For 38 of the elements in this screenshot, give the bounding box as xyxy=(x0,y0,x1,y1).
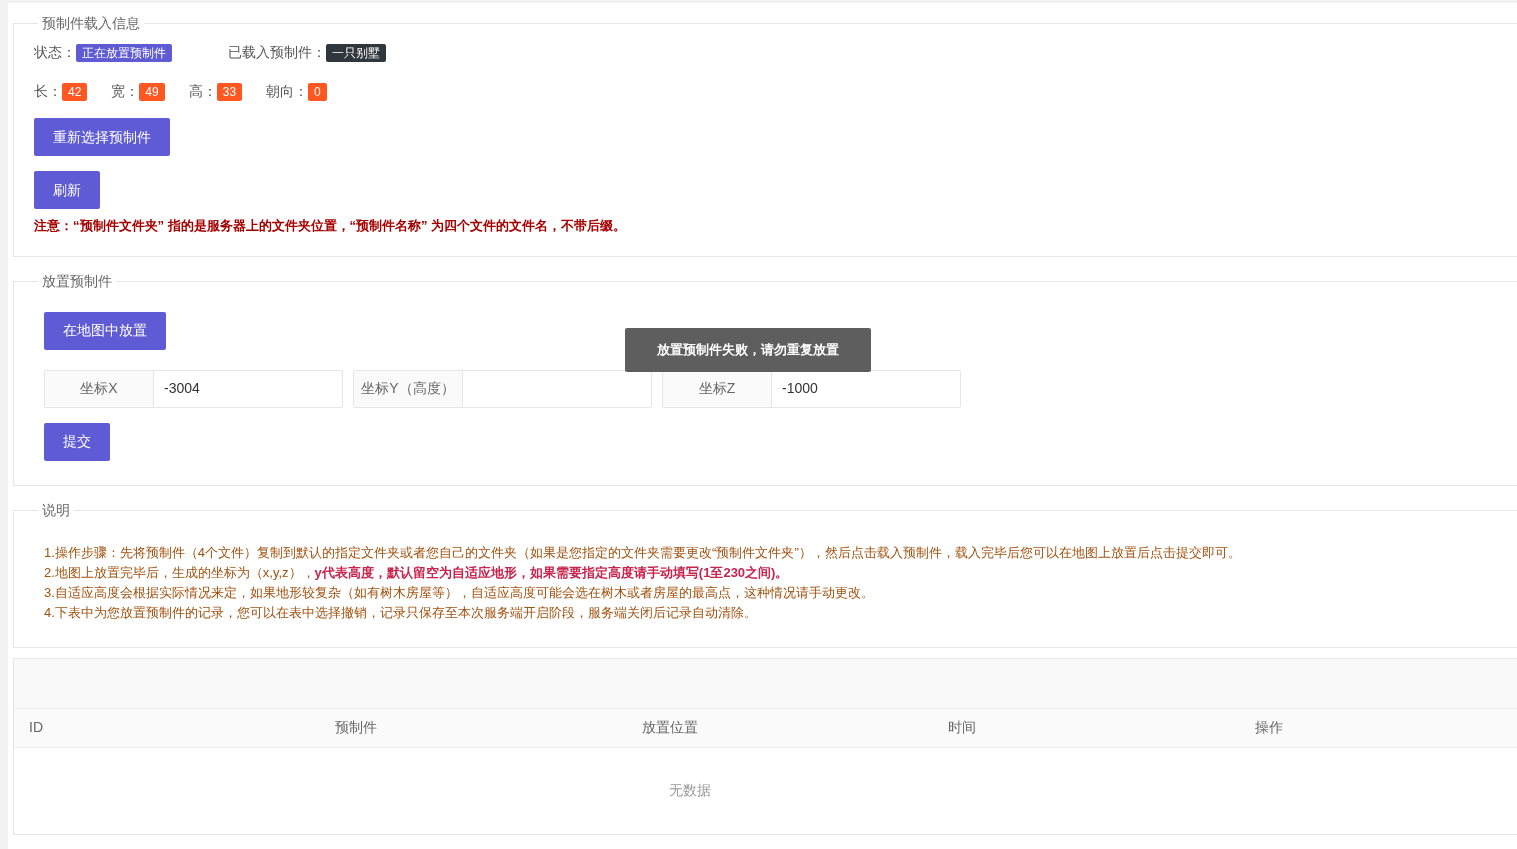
section-title: 预制件载入信息 xyxy=(41,14,141,33)
tag: 49 xyxy=(139,82,165,101)
dimension-label: 朝向： xyxy=(266,82,309,101)
coordinate-input[interactable]: -1000 xyxy=(772,370,960,407)
column-header: 预制件 xyxy=(335,719,378,735)
dimension-label: 高： xyxy=(188,82,217,101)
instruction-line: 3.自适应高度会根据实际情况来定，如果地形较复杂（如有树木房屋等），自适应高度可能会选在树木或者房屋的最高点，这种情况请手动更改。 xyxy=(44,583,875,602)
coordinate-input[interactable]: -3004 xyxy=(154,370,342,407)
warning-note: 注意：“预制件文件夹” 指的是服务器上的文件夹位置，“预制件名称” 为四个文件的文件名，不带后缀。 xyxy=(34,217,628,235)
field-label: 坐标Y（高度） xyxy=(354,370,463,407)
tag: 42 xyxy=(62,82,88,101)
dimension-label: 宽： xyxy=(111,82,140,101)
tag: 33 xyxy=(216,82,243,101)
section-title: 说明 xyxy=(41,500,71,520)
field-label: 坐标X xyxy=(45,370,154,407)
coordinate-field[interactable]: 坐标X -3004 xyxy=(44,369,343,408)
instruction-line: 2.地图上放置完毕后，生成的坐标为（x,y,z），y代表高度，默认留空为自适应地形，如果需要指定高度请手动填写(1至230之间)。 xyxy=(44,563,790,582)
empty-message: 无数据 xyxy=(669,781,711,800)
coordinate-field[interactable]: 坐标Y（高度） xyxy=(353,369,652,408)
submit-button[interactable]: 提交 xyxy=(44,422,110,461)
action-button[interactable]: 刷新 xyxy=(34,171,100,209)
column-header: 放置位置 xyxy=(641,719,698,735)
instruction-line: 4.下表中为您放置预制件的记录，您可以在表中选择撤销，记录只保存至本次服务端开启阶段，服务端关闭后记录自动清除。 xyxy=(44,603,758,622)
error-toast: 放置预制件失败，请勿重复放置 xyxy=(625,327,871,372)
place-on-map-button[interactable]: 在地图中放置 xyxy=(44,311,166,350)
tag: 0 xyxy=(308,82,327,101)
status-label: 状态： xyxy=(34,43,76,62)
tag: 正在放置预制件 xyxy=(76,43,172,62)
action-button[interactable]: 重新选择预制件 xyxy=(34,118,170,156)
instruction-line: 1.操作步骤：先将预制件（4个文件）复制到默认的指定文件夹或者您自己的文件夹（如果是您指定的文件夹需要更改“预制件文件夹”），然后点击载入预制件，载入完毕后您可以在地图上放置后点击提交即可。 xyxy=(44,543,1242,562)
loaded-label: 已载入预制件： xyxy=(228,43,326,62)
column-header: ID xyxy=(29,719,43,735)
column-header: 时间 xyxy=(948,719,977,735)
dimension-label: 长： xyxy=(34,82,62,101)
field-label: 坐标Z xyxy=(663,370,772,407)
section-title: 放置预制件 xyxy=(41,271,113,291)
column-header: 操作 xyxy=(1254,719,1283,735)
tag: 一只别墅 xyxy=(326,43,386,62)
